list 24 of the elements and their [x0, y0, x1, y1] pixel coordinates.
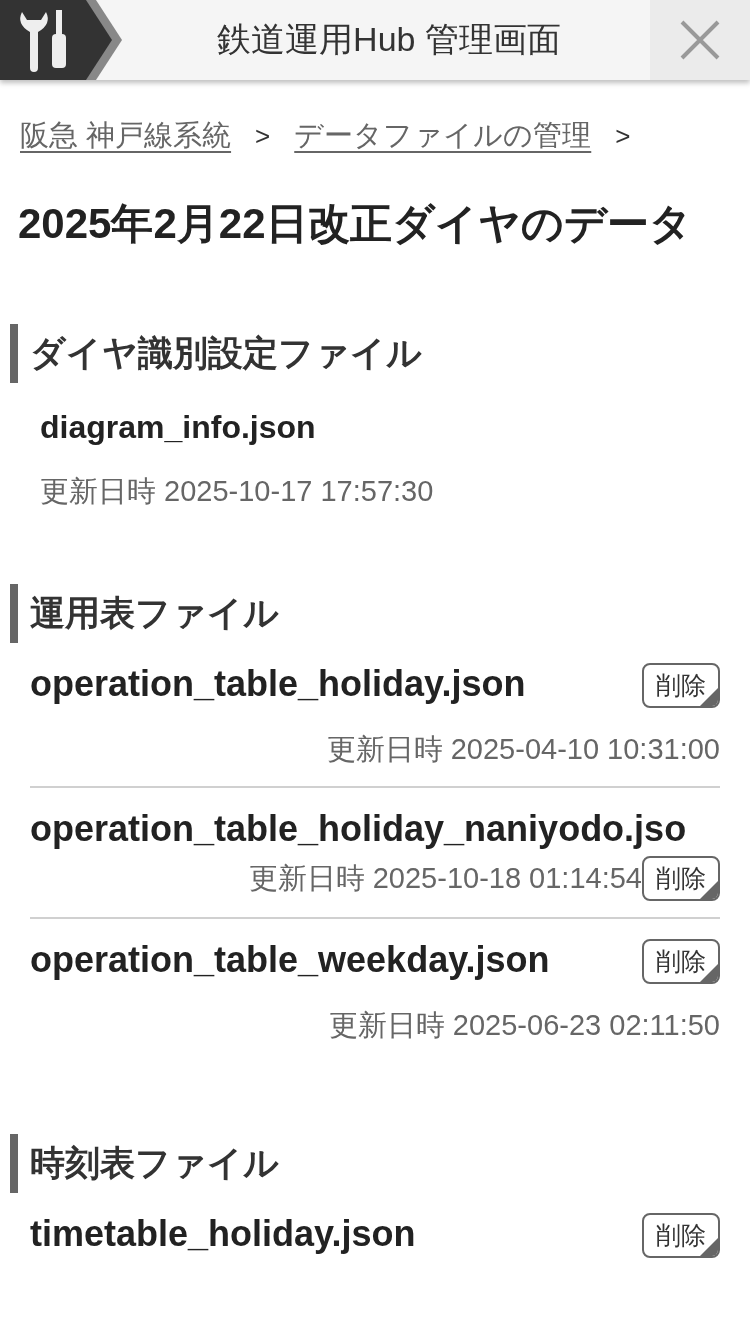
- section-heading: ダイヤ識別設定ファイル: [10, 324, 750, 383]
- updated-time: 更新日時 2025-04-10 10:31:00: [325, 732, 720, 767]
- delete-button[interactable]: 削除: [642, 1213, 720, 1258]
- app-title: 鉄道運用Hub 管理画面: [216, 19, 562, 60]
- section-heading: 時刻表ファイル: [10, 1134, 750, 1193]
- breadcrumb-separator: >: [615, 120, 631, 152]
- close-icon: [680, 20, 720, 60]
- breadcrumb-link[interactable]: 阪急 神戸線系統: [20, 116, 232, 156]
- updated-time: 更新日時 2025-06-23 02:11:50: [327, 1008, 720, 1043]
- file-name[interactable]: operation_table_holiday.json: [30, 663, 526, 705]
- file-name[interactable]: operation_table_weekday.json: [30, 939, 550, 981]
- file-name[interactable]: timetable_holiday.json: [30, 1213, 416, 1255]
- breadcrumb-separator: >: [255, 120, 271, 152]
- breadcrumb-link[interactable]: データファイルの管理: [294, 116, 592, 156]
- delete-button[interactable]: 削除: [642, 663, 720, 708]
- updated-time: 更新日時 2025-10-17 17:57:30: [40, 474, 435, 509]
- file-name: diagram_info.json: [40, 409, 317, 446]
- close-button[interactable]: [650, 0, 750, 80]
- file-name[interactable]: operation_table_holiday_naniyodo.jso: [30, 808, 720, 850]
- delete-button[interactable]: 削除: [642, 939, 720, 984]
- page-title: 2025年2月22日改正ダイヤのデータ: [18, 199, 693, 249]
- delete-button[interactable]: 削除: [642, 856, 720, 901]
- section-heading: 運用表ファイル: [10, 584, 750, 643]
- updated-time: 更新日時 2025-10-18 01:14:54: [248, 860, 642, 896]
